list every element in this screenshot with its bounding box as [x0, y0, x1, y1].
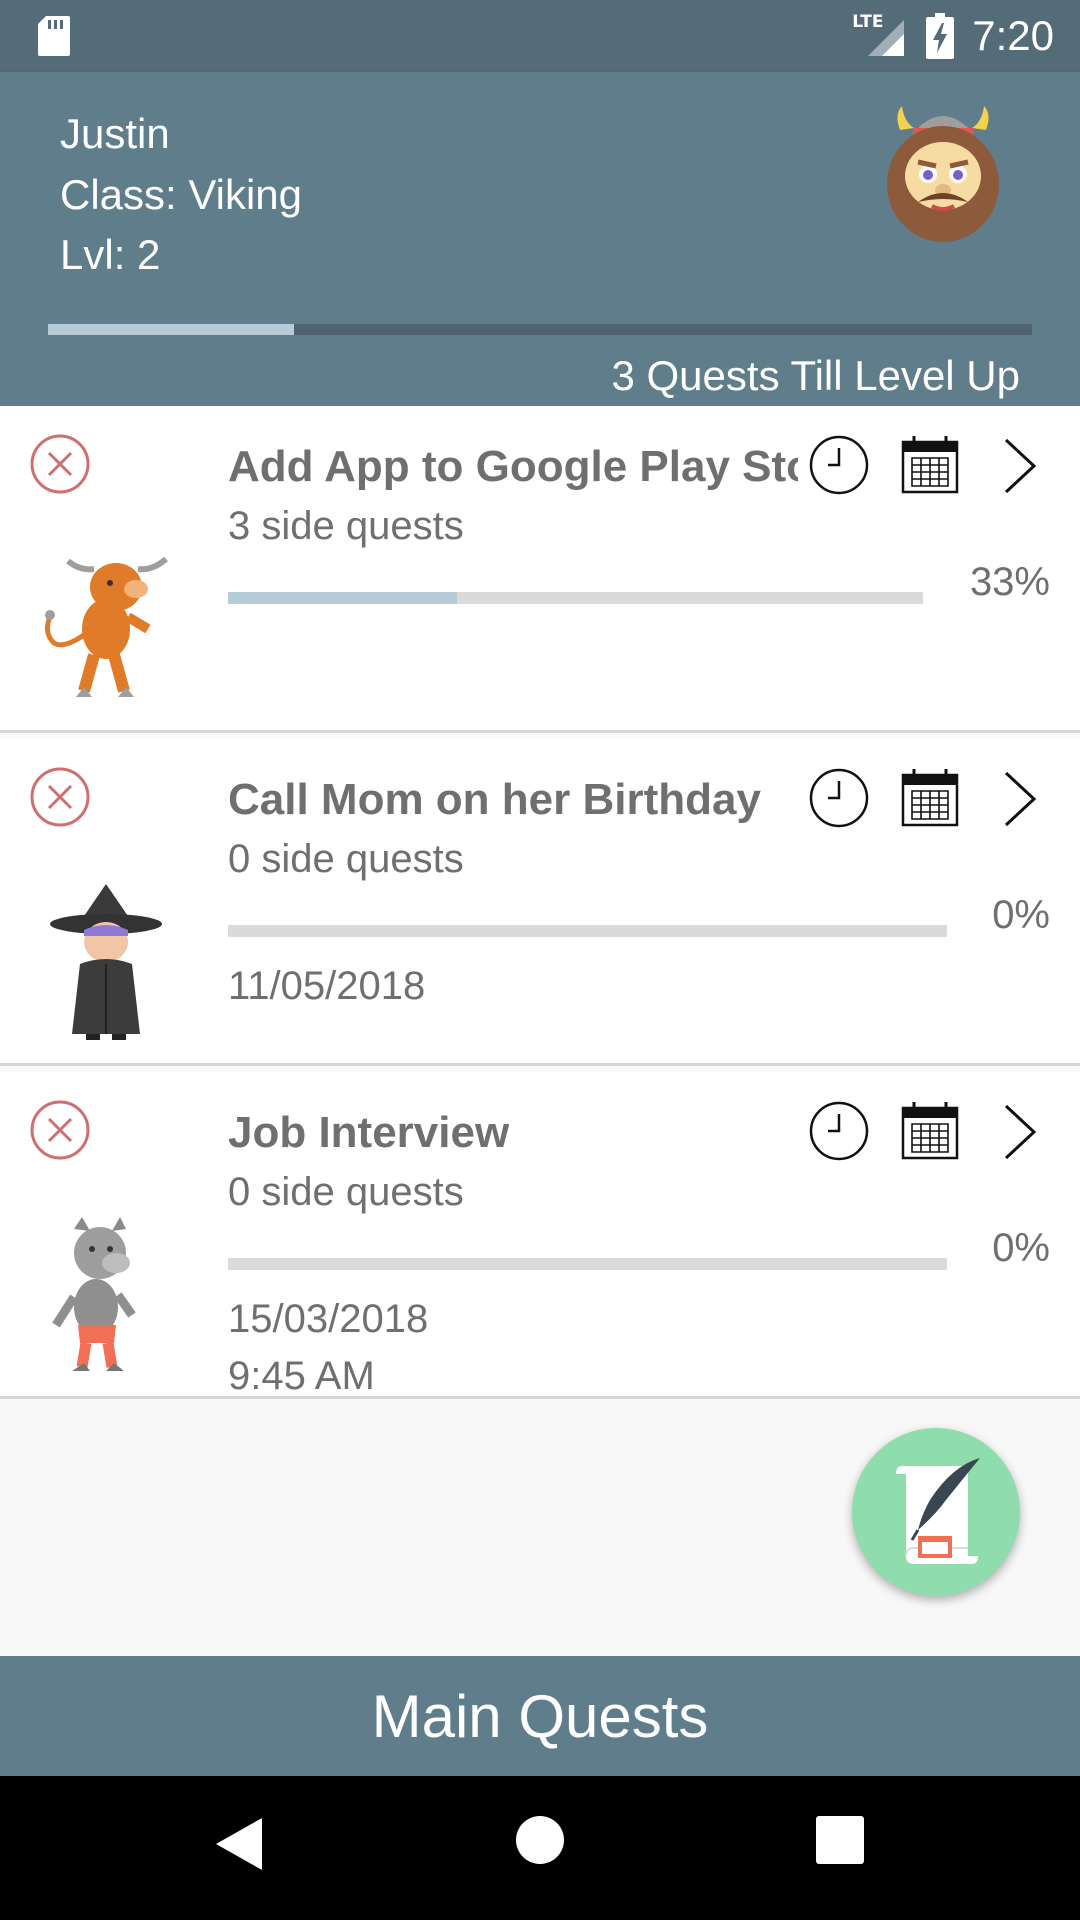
quest-title: Add App to Google Play Stor [228, 442, 798, 491]
profile-header: Justin Class: Viking Lvl: 2 3 Quests Til… [0, 72, 1080, 406]
back-icon[interactable] [214, 1816, 264, 1872]
quest-card[interactable]: Add App to Google Play Stor 3 side quest… [0, 406, 1080, 733]
quest-card[interactable]: Job Interview 0 side quests 0% 15/03/201… [0, 1072, 1080, 1399]
werewolf-icon [52, 1217, 136, 1371]
calendar-icon[interactable] [900, 434, 960, 496]
quest-progress-percent: 0% [992, 1226, 1050, 1270]
side-quest-count: 0 side quests [228, 1170, 464, 1214]
quest-title: Job Interview [228, 1108, 510, 1157]
chevron-right-icon[interactable] [1000, 436, 1040, 496]
system-nav-bar [0, 1776, 1080, 1920]
side-quest-count: 3 side quests [228, 504, 464, 548]
sd-card-icon [38, 16, 70, 56]
main-quests-label: Main Quests [371, 1682, 709, 1750]
delete-quest-icon[interactable] [30, 434, 90, 494]
xp-caption: 3 Quests Till Level Up [611, 352, 1020, 399]
chevron-right-icon[interactable] [1000, 769, 1040, 829]
recents-icon[interactable] [816, 1816, 864, 1864]
hero-name: Justin [60, 110, 170, 157]
clock-icon[interactable] [808, 434, 870, 496]
calendar-icon[interactable] [900, 767, 960, 829]
quest-card[interactable]: Call Mom on her Birthday 0 side quests 0… [0, 739, 1080, 1066]
quest-progress-bar [228, 592, 923, 604]
quest-due-time: 9:45 AM [228, 1354, 375, 1398]
lte-signal-icon: LTE [852, 12, 908, 58]
quest-progress-bar [228, 1258, 947, 1270]
clock-icon[interactable] [808, 1100, 870, 1162]
calendar-icon[interactable] [900, 1100, 960, 1162]
quest-due-date: 15/03/2018 [228, 1297, 429, 1341]
minotaur-icon [44, 556, 168, 697]
hero-level: Lvl: 2 [60, 231, 161, 278]
xp-progress-fill [48, 324, 294, 335]
main-quests-bar[interactable]: Main Quests [0, 1656, 1080, 1776]
battery-charging-icon [926, 13, 955, 59]
clock-icon[interactable] [808, 767, 870, 829]
quest-title: Call Mom on her Birthday [228, 775, 761, 824]
quest-progress-percent: 33% [969, 560, 1050, 604]
xp-progress-bar [48, 324, 1032, 335]
quest-due-date: 11/05/2018 [228, 964, 426, 1008]
quest-progress-percent: 0% [992, 893, 1050, 937]
add-quest-button[interactable] [852, 1428, 1020, 1596]
viking-avatar[interactable] [880, 100, 1006, 250]
delete-quest-icon[interactable] [30, 1100, 90, 1160]
side-quest-count: 0 side quests [228, 837, 464, 881]
quest-list: Add App to Google Play Stor 3 side quest… [0, 406, 1080, 1405]
status-clock: 7:20 [972, 12, 1054, 59]
witch-icon [50, 884, 162, 1040]
delete-quest-icon[interactable] [30, 767, 90, 827]
scroll-quill-icon [896, 1458, 980, 1564]
hero-class: Class: Viking [60, 171, 302, 218]
quest-progress-bar [228, 925, 947, 937]
status-bar: LTE 7:20 [0, 0, 1080, 72]
quest-progress-fill [228, 592, 458, 604]
chevron-right-icon[interactable] [1000, 1102, 1040, 1162]
home-icon[interactable] [516, 1816, 564, 1864]
